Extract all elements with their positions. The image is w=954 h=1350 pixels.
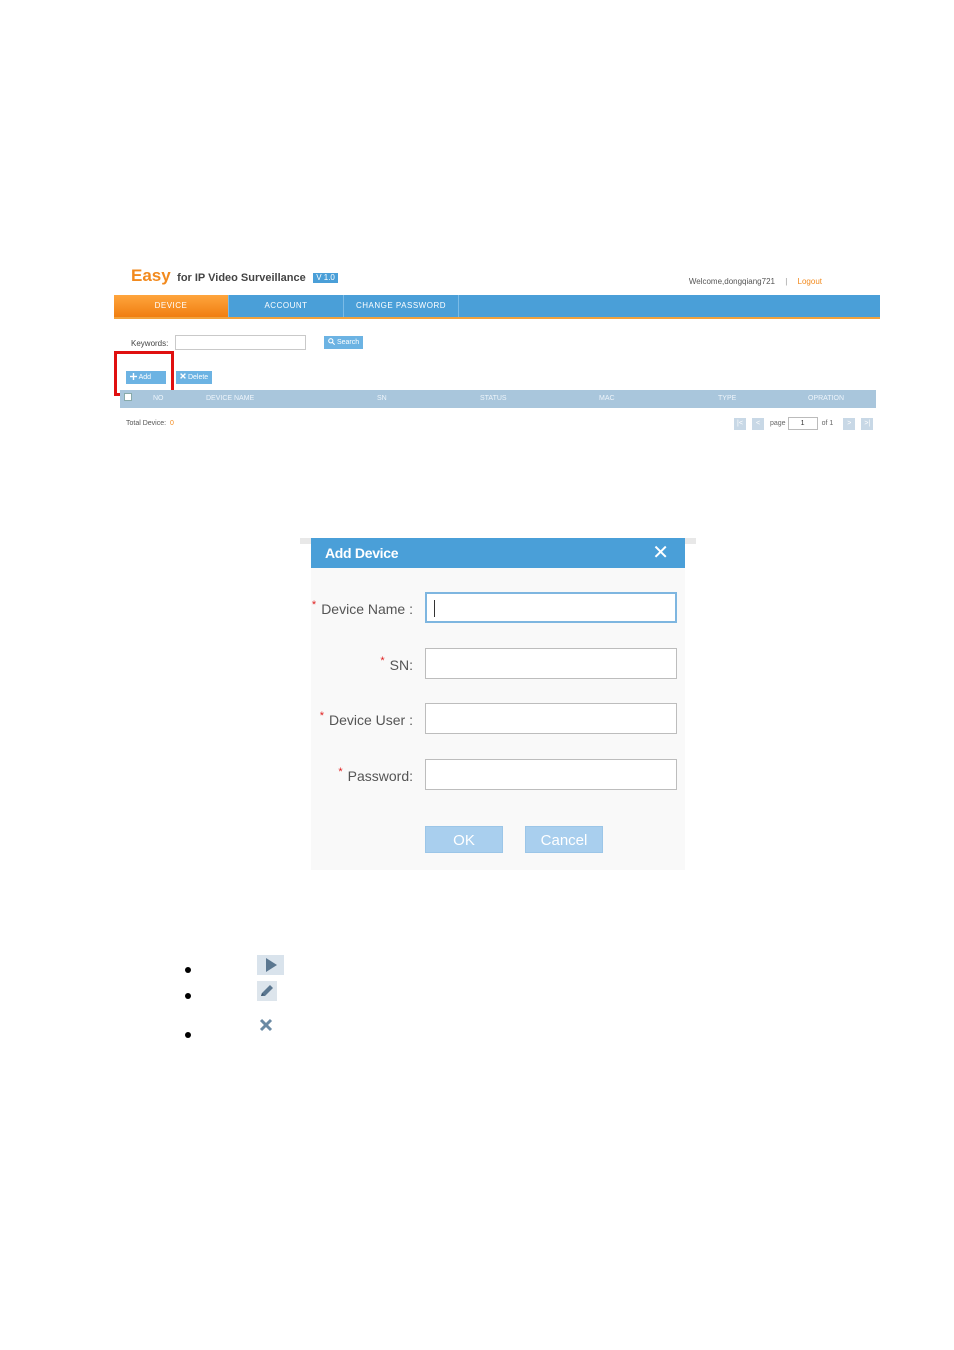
brand-easy: Easy [131,266,171,285]
play-icon [257,955,284,975]
password-input[interactable] [425,759,677,790]
welcome-separator: | [785,277,788,286]
column-header-status: STATUS [480,395,507,402]
pagination: |< < page 1 of 1 > >| [734,417,879,430]
edit-pencil-icon [257,981,277,1001]
form-row-sn: * SN: [311,648,685,680]
welcome-text: Welcome,dongqiang721 [688,277,775,286]
version-badge: V 1.0 [313,273,338,283]
delete-x-icon [257,1016,277,1036]
required-marker: * [338,766,343,778]
prev-page-icon[interactable]: < [752,417,764,430]
column-header-type: TYPE [718,395,737,402]
delete-device-button[interactable]: Delete [176,371,213,384]
device-name-input[interactable] [425,592,677,623]
brand-logo: Easy for IP Video Surveillance V 1.0 [131,266,338,286]
logout-link[interactable]: Logout [798,277,822,286]
column-header-no: NO [153,395,164,402]
list-bullet [185,967,191,973]
main-page-screenshot: Easy for IP Video Surveillance V 1.0 Wel… [114,262,880,442]
device-user-label: * Device User : [319,710,413,728]
sn-label: * SN: [380,655,413,673]
column-header-operation: OPRATION [808,395,845,402]
cancel-button[interactable]: Cancel [525,826,603,853]
select-all-checkbox[interactable] [124,393,132,401]
list-bullet [185,993,191,999]
page-label: page [770,420,786,427]
search-icon [328,338,336,346]
total-device-count: 0 [170,420,174,427]
form-row-device-user: * Device User : [311,703,685,735]
brand-subtitle: for IP Video Surveillance [177,272,306,284]
dialog-header: Add Device ✕ [311,538,685,568]
text-caret [434,600,435,617]
delete-button-label: Delete [187,374,209,381]
tab-account[interactable]: ACCOUNT [229,295,344,317]
tab-change-password[interactable]: CHANGE PASSWORD [344,295,459,317]
column-header-mac: MAC [599,395,615,402]
page-number-input[interactable]: 1 [787,417,818,430]
required-marker: * [319,710,324,722]
total-device-label: Total Device: [126,420,167,427]
close-icon [180,373,186,379]
nav-bar: DEVICE ACCOUNT CHANGE PASSWORD [114,295,880,319]
welcome-bar: Welcome,dongqiang721 | Logout [689,277,822,286]
close-icon[interactable]: ✕ [652,541,669,565]
column-header-sn: SN [377,395,387,402]
page-of-label: of 1 [821,420,834,427]
first-page-icon[interactable]: |< [734,417,746,430]
last-page-icon[interactable]: >| [861,417,874,430]
add-device-dialog: Add Device ✕ * Device Name : * SN: * Device… [311,538,685,870]
search-button-label: Search [336,339,360,346]
next-page-icon[interactable]: > [843,417,856,430]
required-marker: * [311,599,317,611]
device-table-header: NO DEVICE NAME SN STATUS MAC TYPE OPRATI… [120,390,876,408]
total-device: Total Device: 0 [126,420,174,427]
dialog-title: Add Device [325,545,399,561]
keywords-input[interactable] [175,335,306,350]
search-button[interactable]: Search [324,336,364,349]
device-user-input[interactable] [425,703,677,734]
ok-button[interactable]: OK [425,826,503,853]
list-bullet [185,1032,191,1038]
form-row-device-name: * Device Name : [311,592,685,624]
required-marker: * [380,655,385,667]
column-header-device-name: DEVICE NAME [206,395,255,402]
keywords-label: Keywords: [131,339,169,348]
tab-device[interactable]: DEVICE [114,295,229,317]
device-name-label: * Device Name : [311,599,413,617]
sn-input[interactable] [425,648,677,679]
form-row-password: * Password: [311,759,685,791]
password-label: * Password: [338,766,413,784]
